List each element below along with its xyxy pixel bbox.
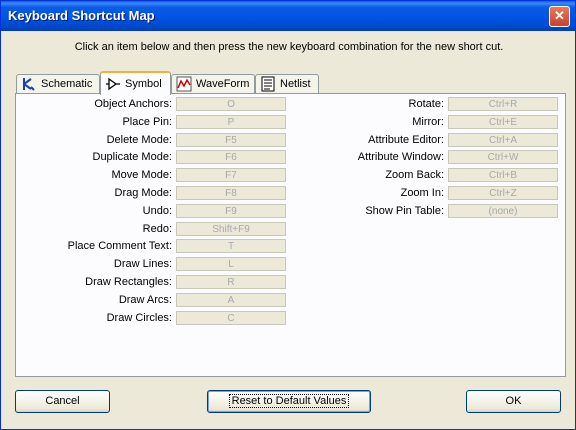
shortcut-key-field[interactable]: Ctrl+A [448,132,558,147]
shortcut-key-field[interactable]: Ctrl+E [448,114,558,129]
dialog-window: Keyboard Shortcut Map ✕ Click an item be… [0,0,576,430]
shortcut-key-field[interactable]: Ctrl+W [448,150,558,165]
shortcut-label: Attribute Window: [357,151,444,164]
shortcut-key-field[interactable]: Ctrl+R [448,97,558,111]
window-title: Keyboard Shortcut Map [8,8,155,23]
tab-label: Netlist [280,78,311,90]
tab-label: Schematic [41,78,93,90]
tab-waveform[interactable]: WaveForm [171,74,255,93]
title-bar[interactable]: Keyboard Shortcut Map ✕ [1,1,575,31]
shortcut-key-field[interactable]: (none) [448,203,558,218]
shortcut-label: Zoom Back: [385,169,444,182]
shortcut-label: Rotate: [408,98,444,110]
shortcut-key-field[interactable]: Ctrl+Z [448,186,558,200]
ok-button[interactable]: OK [466,390,561,413]
symbol-icon [105,76,121,92]
shortcut-label: Show Pin Table: [365,204,444,217]
netlist-icon [260,76,276,92]
tab-label: WaveForm [196,78,250,90]
shortcut-label: Draw Rectangles: [85,276,172,288]
shortcut-label: Draw Lines: [113,258,172,271]
tab-netlist[interactable]: Netlist [255,74,319,93]
reset-defaults-button[interactable]: Reset to Default Values [207,390,371,413]
close-button[interactable]: ✕ [549,6,570,27]
instruction-text: Click an item below and then press the n… [74,41,504,53]
shortcut-key-field[interactable]: C [176,310,286,325]
tab-schematic[interactable]: Schematic [16,74,100,93]
shortcut-label: Redo: [142,222,172,235]
reset-defaults-label: Reset to Default Values [228,394,350,408]
shortcut-label: Draw Circles: [106,311,172,324]
shortcut-key-field[interactable]: Ctrl+B [448,168,558,183]
shortcut-label: Place Comment Text: [67,240,172,253]
shortcut-label: Mirror: [412,115,444,128]
shortcut-key-field[interactable]: T [176,239,286,254]
tab-symbol[interactable]: Symbol [100,71,171,95]
shortcut-key-field[interactable]: L [176,257,286,272]
symbol-tab-panel: Object Anchors: O Place Pin: P Delete Mode: F… [15,93,566,377]
tab-label: Symbol [125,78,162,90]
shortcut-key-field[interactable]: Shift+F9 [176,221,286,236]
shortcut-label: Attribute Editor: [368,133,444,146]
shortcut-key-field[interactable]: R [176,275,286,289]
shortcut-key-field[interactable]: A [176,292,286,307]
close-icon: ✕ [554,8,565,23]
waveform-icon [176,76,192,92]
cancel-button[interactable]: Cancel [15,390,110,413]
shortcut-label: Draw Arcs: [118,293,172,306]
shortcut-label: Zoom In: [400,187,444,199]
schematic-icon [21,76,37,92]
